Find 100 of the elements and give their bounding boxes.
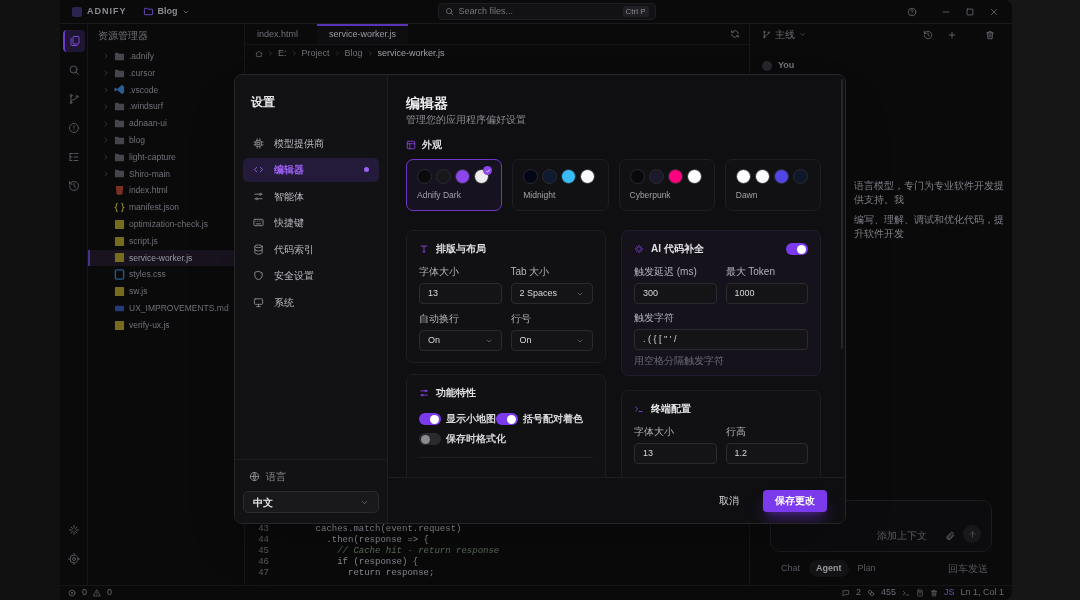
warning-count[interactable]: 0 [107,586,113,600]
settings-nav-item[interactable]: 安全设置 [243,263,379,288]
token-count[interactable]: 455 [880,586,896,600]
file-tree-item[interactable]: sw.js [88,283,244,300]
cursor-position[interactable]: Ln 1, Col 1 [960,586,1004,600]
file-tree-item[interactable]: .windsurf [88,98,244,116]
attach-button[interactable] [943,529,957,543]
settings-nav-item[interactable]: 智能体 [243,184,379,208]
line-number: 43 [257,524,269,535]
warning-icon [93,589,101,597]
toggle-label: 显示小地图 [446,413,496,425]
editor-tab[interactable]: index.html [245,24,317,44]
hint-text: 回车发送 [948,562,988,576]
select-field[interactable]: On [419,330,502,351]
field-label: 触发字符 [634,312,675,324]
settings-nav-item[interactable]: 编辑器 [243,157,379,182]
hint-text: 用空格分隔触发字符 [634,355,725,367]
input-field[interactable]: 13 [419,283,502,304]
select-field[interactable]: 2 Spaces [510,283,593,304]
search-icon [67,64,80,76]
file-tree-item[interactable]: blog [88,132,244,149]
file-tree-item[interactable]: script.js [88,232,244,250]
input-field[interactable]: 300 [634,283,717,304]
input-field[interactable]: 1.2 [725,443,808,464]
settings-nav-item[interactable]: 模型提供商 [243,131,379,155]
theme-card[interactable]: Dawn [724,159,821,211]
card-title: 排版与布局 [436,243,486,255]
coins-icon [866,589,875,597]
card-title: AI 代码补全 [651,243,704,255]
comment-count[interactable]: 2 [855,586,861,600]
js-file-icon [114,218,125,230]
theme-card[interactable]: Adnify Dark [406,159,503,211]
plus-icon [947,29,957,40]
send-button[interactable] [963,525,981,543]
comment-icon [841,589,850,597]
select-field[interactable]: On [510,330,593,351]
branch-label[interactable]: 主线 [775,27,795,42]
file-tree-item[interactable]: optimization-check.js [88,215,244,233]
mode-tab[interactable]: Agent [809,560,849,577]
toggle-switch[interactable] [496,413,518,425]
settings-nav-item[interactable]: 快捷键 [243,210,379,235]
dialog-title: 设置 [249,94,276,111]
breadcrumb-item[interactable]: service-worker.js [377,46,445,61]
cancel-button[interactable]: 取消 [709,489,749,512]
toggle-switch[interactable] [419,433,441,445]
field-label: 自动换行 [419,313,460,325]
language-label[interactable]: JS [943,586,955,600]
toggle-label: 保存时格式化 [446,433,506,445]
line-number: 47 [257,568,269,579]
breadcrumb-item[interactable]: E: [278,46,287,61]
field-label: 行高 [725,426,747,438]
input-field[interactable]: . ( { [ " ' / [634,329,808,350]
error-count[interactable]: 0 [82,586,87,600]
sliders-icon [419,388,429,398]
project-switcher[interactable]: Blog [142,4,190,19]
toggle-switch[interactable] [419,413,441,425]
save-button[interactable]: 保存更改 [763,489,827,512]
file-tree-item[interactable]: index.html [88,182,244,200]
theme-card[interactable]: Cyberpunk [618,159,715,211]
text-icon [419,244,429,254]
trash-icon [929,589,938,597]
input-field[interactable]: 1000 [725,283,808,304]
field-label: 最大 Token [725,266,776,278]
breadcrumb-item[interactable]: Project [301,46,330,61]
files-tab[interactable] [62,30,85,52]
folder-icon [114,151,125,163]
search-field[interactable]: Search files... Ctrl P [437,3,656,20]
theme-card[interactable]: Midnight [512,159,609,211]
code-line: return response; [347,568,435,579]
file-tree-item[interactable]: .vscode [88,81,244,99]
breadcrumb-item[interactable]: Blog [344,46,363,61]
mode-tab[interactable]: Chat [774,560,807,577]
file-tree-item[interactable]: manifest.json [88,199,244,216]
user-name: You [778,59,795,72]
app-logo [72,6,82,17]
file-tree-item[interactable]: light-capture [88,148,244,166]
chip-icon [253,137,264,149]
input-field[interactable]: 13 [634,443,717,464]
editor-tab[interactable]: service-worker.js [317,24,408,44]
mode-tab[interactable]: Plan [850,560,883,577]
file-tree-item[interactable]: .cursor [88,64,244,82]
paperclip-icon [945,531,955,541]
settings-nav-item[interactable]: 系统 [243,290,379,314]
globe-icon [249,471,260,482]
file-tree-item[interactable]: verify-ux.js [88,316,244,334]
check-badge [483,166,492,175]
language-select[interactable]: 中文 [243,491,379,513]
file-tree-item[interactable]: Shiro-main [88,165,244,183]
settings-nav-item[interactable]: 代码索引 [243,237,379,261]
file-tree-item[interactable]: UX_IMPROVEMENTS.md [88,299,244,317]
code-line: caches.match(event.request) [314,524,462,535]
file-tree-item[interactable]: adnaan-ui [88,115,244,132]
file-tree-item[interactable]: .adnify [88,48,244,65]
code-comment: // Cache hit - return response [336,546,500,557]
card-title: 终端配置 [651,403,691,415]
file-tree-item[interactable]: styles.css [88,266,244,284]
arrow-up-icon [967,529,977,539]
toggle-switch[interactable] [786,243,808,255]
css-file-icon [114,269,125,281]
alert-icon [67,122,80,134]
